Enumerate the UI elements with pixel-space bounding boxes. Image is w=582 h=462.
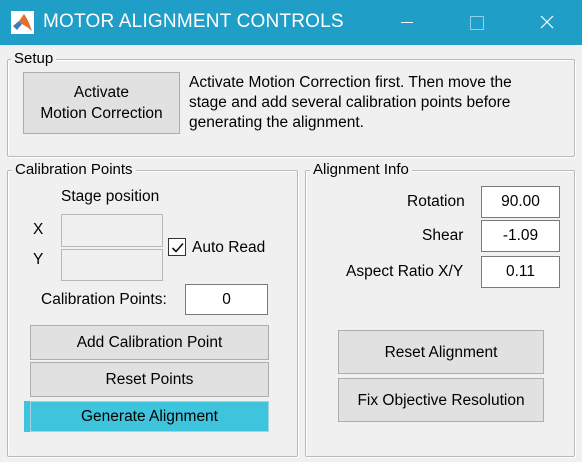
- add-calibration-point-button[interactable]: Add Calibration Point: [30, 325, 269, 360]
- maximize-button[interactable]: [454, 0, 500, 45]
- calibration-panel-title: Calibration Points: [12, 161, 136, 179]
- minimize-button[interactable]: [384, 0, 430, 45]
- rotation-label: Rotation: [407, 193, 465, 210]
- setup-panel-title: Setup: [11, 50, 57, 68]
- setup-description-line-2: stage and add several calibration points…: [189, 94, 511, 111]
- close-icon: [540, 15, 554, 29]
- matlab-logo-icon[interactable]: [11, 11, 34, 34]
- window-title: MOTOR ALIGNMENT CONTROLS: [43, 11, 344, 32]
- setup-description-line-3: generating the alignment.: [189, 114, 364, 131]
- auto-read-label[interactable]: Auto Read: [192, 238, 265, 258]
- title-bar[interactable]: MOTOR ALIGNMENT CONTROLS: [0, 0, 582, 45]
- activate-button-line-1: Activate: [73, 84, 130, 101]
- y-label: Y: [33, 251, 44, 268]
- setup-description-line-1: Activate Motion Correction first. Then m…: [189, 74, 512, 91]
- minimize-icon: [401, 22, 413, 23]
- close-button[interactable]: [524, 0, 570, 45]
- shear-field[interactable]: [481, 220, 560, 252]
- stage-y-field[interactable]: [61, 249, 163, 281]
- fix-objective-resolution-button[interactable]: Fix Objective Resolution: [338, 378, 544, 422]
- x-label: X: [33, 221, 44, 238]
- checkmark-icon: [171, 242, 184, 253]
- reset-alignment-button[interactable]: Reset Alignment: [338, 330, 544, 374]
- aspect-ratio-label: Aspect Ratio X/Y: [346, 263, 464, 280]
- shear-label: Shear: [422, 227, 464, 244]
- maximize-icon: [470, 16, 484, 30]
- calibration-count-label: Calibration Points:: [41, 291, 167, 308]
- reset-points-button[interactable]: Reset Points: [30, 362, 269, 397]
- auto-read-checkbox[interactable]: [168, 238, 186, 256]
- alignment-panel-title: Alignment Info: [310, 161, 412, 179]
- activate-motion-correction-button[interactable]: Activate Motion Correction: [23, 72, 180, 134]
- calibration-count-field[interactable]: [185, 284, 268, 315]
- stage-x-field[interactable]: [61, 214, 163, 247]
- aspect-ratio-field[interactable]: [481, 256, 560, 288]
- activate-button-line-2: Motion Correction: [40, 105, 163, 122]
- stage-position-label: Stage position: [61, 188, 160, 205]
- generate-alignment-button[interactable]: Generate Alignment: [30, 401, 269, 432]
- rotation-field[interactable]: [481, 186, 560, 218]
- setup-description: Activate Motion Correction first. Then m…: [189, 73, 569, 133]
